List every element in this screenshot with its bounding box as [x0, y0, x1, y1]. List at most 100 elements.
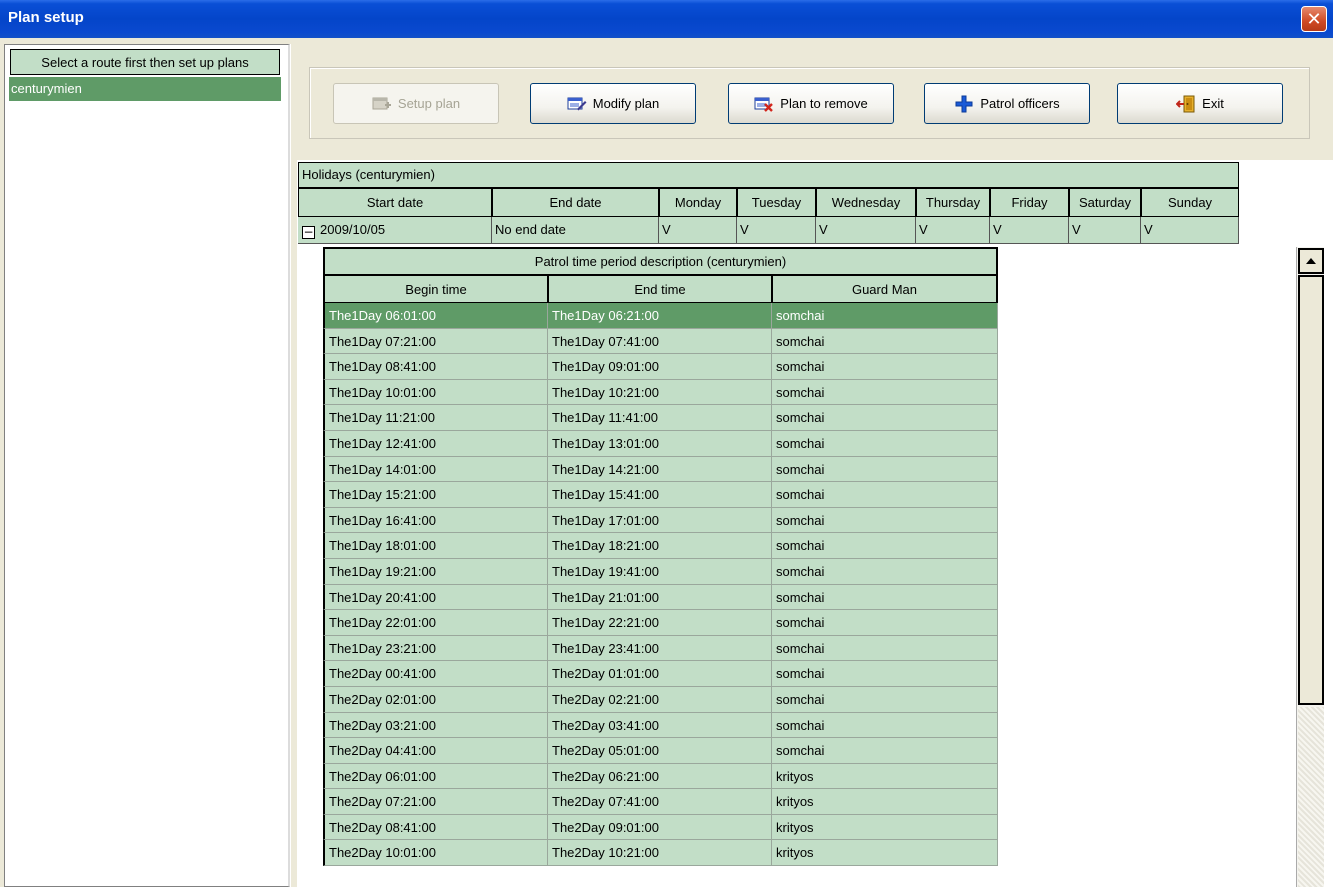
guard-man-cell: somchai: [772, 661, 998, 687]
table-row[interactable]: The1Day 15:21:00 The1Day 15:41:00 somchai: [323, 482, 998, 508]
end-time-cell: The1Day 14:21:00: [548, 456, 772, 483]
guard-man-cell: krityos: [772, 840, 998, 867]
col-wednesday[interactable]: Wednesday: [816, 188, 916, 217]
guard-man-cell: somchai: [772, 610, 998, 636]
begin-time-cell: The1Day 23:21:00: [323, 635, 548, 662]
table-row[interactable]: The1Day 08:41:00 The1Day 09:01:00 somchai: [323, 354, 998, 380]
guard-man-cell: somchai: [772, 303, 998, 329]
plan-setup-window: Plan setup ✕ Select a route first then s…: [0, 0, 1333, 887]
splitter[interactable]: [290, 44, 296, 887]
table-row[interactable]: The2Day 08:41:00 The2Day 09:01:00 krityos: [323, 814, 998, 841]
table-row[interactable]: The1Day 14:01:00 The1Day 14:21:00 somchai: [323, 456, 998, 483]
exit-door-icon: [1176, 95, 1196, 113]
begin-time-cell: The1Day 22:01:00: [323, 610, 548, 636]
patrol-officers-label: Patrol officers: [980, 96, 1060, 111]
guard-man-cell: krityos: [772, 763, 998, 790]
scroll-thumb[interactable]: [1298, 275, 1324, 705]
guard-man-cell: somchai: [772, 738, 998, 764]
end-time-cell: The1Day 06:21:00: [548, 303, 772, 329]
start-date-value: 2009/10/05: [320, 222, 386, 237]
table-row[interactable]: The1Day 22:01:00 The1Day 22:21:00 somchai: [323, 610, 998, 636]
plan-to-remove-label: Plan to remove: [780, 96, 868, 111]
col-start-date[interactable]: Start date: [298, 188, 492, 217]
begin-time-cell: The1Day 06:01:00: [323, 303, 548, 329]
table-row[interactable]: The1Day 06:01:00 The1Day 06:21:00 somchai: [323, 303, 998, 329]
end-time-cell: The1Day 21:01:00: [548, 584, 772, 611]
table-row[interactable]: The1Day 16:41:00 The1Day 17:01:00 somchai: [323, 507, 998, 534]
table-row[interactable]: The2Day 03:21:00 The2Day 03:41:00 somchai: [323, 712, 998, 739]
guard-man-cell: somchai: [772, 354, 998, 380]
setup-plan-icon: [372, 95, 392, 113]
exit-button[interactable]: Exit: [1117, 83, 1283, 124]
guard-man-cell: krityos: [772, 814, 998, 841]
cell-sunday: V: [1141, 217, 1239, 244]
table-row[interactable]: The2Day 04:41:00 The2Day 05:01:00 somchai: [323, 738, 998, 764]
table-row[interactable]: The2Day 10:01:00 The2Day 10:21:00 krityos: [323, 840, 998, 867]
setup-plan-button[interactable]: Setup plan: [333, 83, 499, 124]
end-time-cell: The1Day 23:41:00: [548, 635, 772, 662]
begin-time-cell: The1Day 19:21:00: [323, 558, 548, 585]
table-row[interactable]: The1Day 10:01:00 The1Day 10:21:00 somchai: [323, 379, 998, 406]
col-tuesday[interactable]: Tuesday: [737, 188, 816, 217]
modify-plan-label: Modify plan: [592, 96, 660, 111]
end-time-cell: The1Day 11:41:00: [548, 405, 772, 431]
table-row[interactable]: The2Day 00:41:00 The2Day 01:01:00 somchai: [323, 661, 998, 687]
col-friday[interactable]: Friday: [990, 188, 1069, 217]
end-time-cell: The1Day 19:41:00: [548, 558, 772, 585]
collapse-icon[interactable]: −: [302, 226, 315, 239]
end-time-cell: The1Day 22:21:00: [548, 610, 772, 636]
patrol-time-grid: Patrol time period description (centurym…: [323, 247, 998, 867]
scroll-track[interactable]: [1298, 707, 1324, 887]
patrol-grid-header: Begin time End time Guard Man: [323, 276, 998, 303]
table-row[interactable]: The1Day 19:21:00 The1Day 19:41:00 somchai: [323, 558, 998, 585]
cell-saturday: V: [1069, 217, 1141, 244]
col-thursday[interactable]: Thursday: [916, 188, 990, 217]
begin-time-cell: The1Day 07:21:00: [323, 328, 548, 355]
cell-friday: V: [990, 217, 1069, 244]
end-time-cell: The1Day 09:01:00: [548, 354, 772, 380]
table-row[interactable]: The2Day 07:21:00 The2Day 07:41:00 krityos: [323, 789, 998, 815]
col-end-time[interactable]: End time: [548, 276, 772, 303]
cell-monday: V: [659, 217, 737, 244]
table-row[interactable]: The1Day 12:41:00 The1Day 13:01:00 somchai: [323, 430, 998, 457]
table-row[interactable]: The1Day 23:21:00 The1Day 23:41:00 somchai: [323, 635, 998, 662]
exit-label: Exit: [1202, 96, 1224, 111]
end-time-cell: The2Day 07:41:00: [548, 789, 772, 815]
guard-man-cell: somchai: [772, 712, 998, 739]
close-icon[interactable]: ✕: [1301, 6, 1327, 32]
table-row[interactable]: The1Day 18:01:00 The1Day 18:21:00 somchai: [323, 533, 998, 559]
col-saturday[interactable]: Saturday: [1069, 188, 1141, 217]
begin-time-cell: The2Day 08:41:00: [323, 814, 548, 841]
table-row[interactable]: The1Day 07:21:00 The1Day 07:41:00 somchai: [323, 328, 998, 355]
guard-man-cell: somchai: [772, 328, 998, 355]
guard-man-cell: somchai: [772, 405, 998, 431]
guard-man-cell: somchai: [772, 533, 998, 559]
end-time-cell: The2Day 09:01:00: [548, 814, 772, 841]
scroll-up-icon[interactable]: [1298, 248, 1324, 274]
col-guard-man[interactable]: Guard Man: [772, 276, 998, 303]
col-begin-time[interactable]: Begin time: [323, 276, 548, 303]
table-row[interactable]: The1Day 20:41:00 The1Day 21:01:00 somchai: [323, 584, 998, 611]
guard-man-cell: somchai: [772, 482, 998, 508]
patrol-officers-button[interactable]: Patrol officers: [924, 83, 1090, 124]
route-item-centurymien[interactable]: centurymien: [9, 77, 281, 101]
table-row[interactable]: The1Day 11:21:00 The1Day 11:41:00 somchai: [323, 405, 998, 431]
table-row[interactable]: The2Day 06:01:00 The2Day 06:21:00 krityos: [323, 763, 998, 790]
table-row[interactable]: The2Day 02:01:00 The2Day 02:21:00 somchai: [323, 686, 998, 713]
vertical-scrollbar[interactable]: [1296, 247, 1324, 887]
end-time-cell: The2Day 05:01:00: [548, 738, 772, 764]
begin-time-cell: The1Day 10:01:00: [323, 379, 548, 406]
end-time-cell: The2Day 02:21:00: [548, 686, 772, 713]
end-time-cell: The1Day 18:21:00: [548, 533, 772, 559]
plus-icon: [954, 95, 974, 113]
plan-to-remove-button[interactable]: Plan to remove: [728, 83, 894, 124]
begin-time-cell: The1Day 18:01:00: [323, 533, 548, 559]
col-end-date[interactable]: End date: [492, 188, 659, 217]
title-bar: Plan setup ✕: [0, 0, 1333, 38]
begin-time-cell: The2Day 02:01:00: [323, 686, 548, 713]
guard-man-cell: somchai: [772, 456, 998, 483]
col-sunday[interactable]: Sunday: [1141, 188, 1239, 217]
holidays-row[interactable]: −2009/10/05 No end date V V V V V V V: [298, 217, 1239, 244]
col-monday[interactable]: Monday: [659, 188, 737, 217]
modify-plan-button[interactable]: Modify plan: [530, 83, 696, 124]
